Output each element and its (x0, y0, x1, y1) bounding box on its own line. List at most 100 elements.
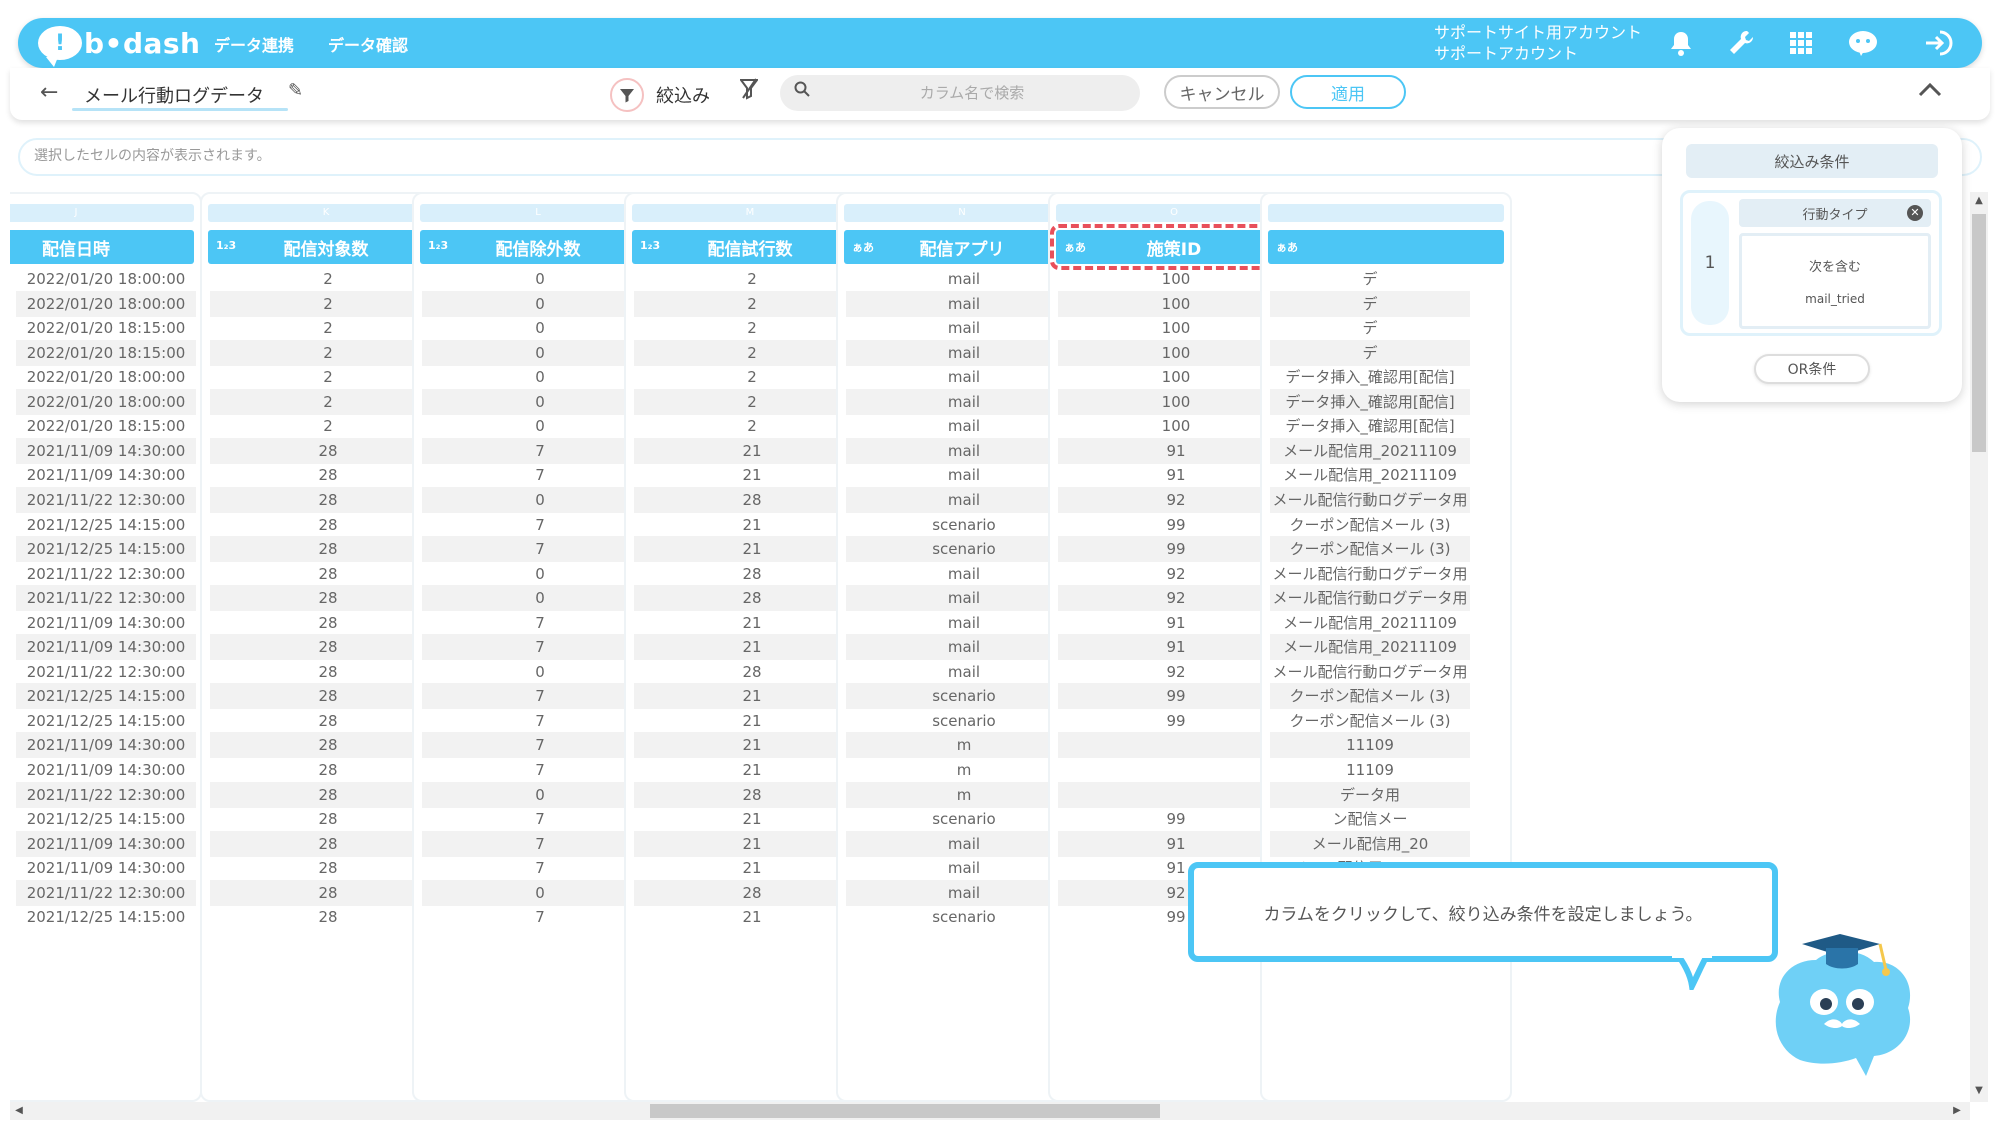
table-cell[interactable]: 2 (634, 413, 870, 439)
filter-field-chip[interactable]: 行動タイプ ✕ (1739, 199, 1931, 227)
table-cell[interactable]: 2021/11/22 12:30:00 (16, 486, 196, 513)
table-cell[interactable]: scenario (846, 904, 1082, 930)
clear-filter-icon[interactable] (739, 78, 759, 106)
table-cell[interactable]: scenario (846, 683, 1082, 710)
table-cell[interactable]: 7 (422, 634, 658, 661)
table-cell[interactable]: 2021/11/09 14:30:00 (16, 855, 196, 881)
column-header[interactable]: 1₂3 配信対象数 (208, 230, 444, 264)
table-cell[interactable]: 100 (1058, 315, 1294, 341)
table-cell[interactable]: 21 (634, 437, 870, 464)
table-cell[interactable]: 92 (1058, 561, 1294, 587)
table-cell[interactable]: デ (1270, 290, 1470, 317)
table-cell[interactable]: 7 (422, 683, 658, 710)
table-cell[interactable]: 91 (1058, 462, 1294, 488)
table-cell[interactable]: 28 (210, 855, 446, 881)
table-cell[interactable]: 7 (422, 806, 658, 832)
table-cell[interactable]: 2021/12/25 14:15:00 (16, 904, 196, 930)
column-letter[interactable]: L (420, 204, 656, 222)
table-cell[interactable]: データ挿入_確認用[配信] (1270, 413, 1470, 439)
table-cell[interactable]: 28 (634, 781, 870, 808)
table-cell[interactable]: 0 (422, 388, 658, 415)
table-cell[interactable]: 0 (422, 413, 658, 439)
table-cell[interactable]: 2021/11/09 14:30:00 (16, 437, 196, 464)
horizontal-scroll-thumb[interactable] (650, 1104, 1160, 1118)
scroll-down-icon[interactable]: ▼ (1972, 1084, 1986, 1098)
table-cell[interactable]: mail (846, 413, 1082, 439)
table-cell[interactable]: 28 (210, 904, 446, 930)
table-cell[interactable]: 28 (210, 536, 446, 563)
column-header[interactable]: ぁあ (1268, 230, 1504, 264)
table-cell[interactable]: 99 (1058, 512, 1294, 538)
table-cell[interactable]: scenario (846, 708, 1082, 734)
table-cell[interactable]: 28 (634, 659, 870, 685)
table-cell[interactable]: 7 (422, 708, 658, 734)
table-cell[interactable]: メール配信行動ログデータ用 (1270, 659, 1470, 685)
table-cell[interactable]: 0 (422, 486, 658, 513)
table-cell[interactable]: 2021/11/09 14:30:00 (16, 610, 196, 636)
table-cell[interactable]: 91 (1058, 610, 1294, 636)
table-cell[interactable]: 91 (1058, 830, 1294, 857)
scroll-right-icon[interactable]: ▶ (1950, 1104, 1964, 1118)
table-cell[interactable]: 99 (1058, 708, 1294, 734)
table-cell[interactable]: 100 (1058, 413, 1294, 439)
table-cell[interactable]: 7 (422, 830, 658, 857)
table-cell[interactable]: 2021/11/22 12:30:00 (16, 781, 196, 808)
table-cell[interactable]: m (846, 757, 1082, 783)
logout-icon[interactable] (1922, 26, 1956, 60)
table-cell[interactable] (1058, 732, 1294, 759)
table-cell[interactable]: 2021/11/22 12:30:00 (16, 879, 196, 906)
table-cell[interactable]: 0 (422, 781, 658, 808)
table-cell[interactable]: m (846, 732, 1082, 759)
table-cell[interactable]: 28 (210, 757, 446, 783)
table-cell[interactable]: 2 (210, 266, 446, 292)
table-cell[interactable]: 21 (634, 830, 870, 857)
table-cell[interactable]: 28 (634, 561, 870, 587)
column-letter[interactable] (1268, 204, 1504, 222)
table-cell[interactable]: mail (846, 266, 1082, 292)
apply-button[interactable]: 適用 (1290, 75, 1406, 109)
table-cell[interactable]: 2 (210, 364, 446, 390)
table-cell[interactable]: mail (846, 855, 1082, 881)
table-cell[interactable]: 2021/11/09 14:30:00 (16, 462, 196, 488)
table-cell[interactable]: 21 (634, 610, 870, 636)
horizontal-scrollbar[interactable]: ◀ ▶ (10, 1102, 1970, 1120)
cancel-button[interactable]: キャンセル (1164, 75, 1280, 109)
table-cell[interactable]: 2021/12/25 14:15:00 (16, 683, 196, 710)
column-letter[interactable]: J (10, 204, 194, 222)
table-cell[interactable]: データ挿入_確認用[配信] (1270, 388, 1470, 415)
grid-icon[interactable] (1784, 26, 1818, 60)
scroll-left-icon[interactable]: ◀ (12, 1104, 26, 1118)
table-cell[interactable]: 28 (210, 462, 446, 488)
filter-condition[interactable]: 次を含む mail_tried (1739, 233, 1931, 329)
column-letter[interactable]: O (1056, 204, 1292, 222)
table-cell[interactable]: 7 (422, 512, 658, 538)
table-cell[interactable]: メール配信用_20211109 (1270, 462, 1470, 488)
table-cell[interactable]: 7 (422, 732, 658, 759)
table-cell[interactable]: 21 (634, 462, 870, 488)
table-cell[interactable]: 100 (1058, 266, 1294, 292)
table-cell[interactable]: mail (846, 486, 1082, 513)
table-cell[interactable]: 2 (634, 339, 870, 366)
table-cell[interactable]: クーポン配信メール (3) (1270, 536, 1470, 563)
table-cell[interactable]: mail (846, 561, 1082, 587)
table-cell[interactable]: 2022/01/20 18:00:00 (16, 290, 196, 317)
table-cell[interactable]: メール配信用_20211109 (1270, 437, 1470, 464)
table-cell[interactable]: 100 (1058, 364, 1294, 390)
table-cell[interactable]: メール配信用_20211109 (1270, 610, 1470, 636)
table-cell[interactable]: 21 (634, 634, 870, 661)
table-cell[interactable]: 28 (210, 732, 446, 759)
table-cell[interactable]: mail (846, 388, 1082, 415)
table-cell[interactable]: 2021/11/22 12:30:00 (16, 585, 196, 612)
table-cell[interactable]: 11109 (1270, 732, 1470, 759)
table-cell[interactable]: 28 (210, 634, 446, 661)
table-cell[interactable]: 2021/11/09 14:30:00 (16, 634, 196, 661)
table-cell[interactable]: 92 (1058, 585, 1294, 612)
table-cell[interactable]: 28 (210, 781, 446, 808)
table-cell[interactable]: mail (846, 830, 1082, 857)
table-cell[interactable]: 2022/01/20 18:00:00 (16, 266, 196, 292)
table-cell[interactable] (1058, 757, 1294, 783)
table-cell[interactable]: データ挿入_確認用[配信] (1270, 364, 1470, 390)
table-cell[interactable]: メール配信用_20211109 (1270, 634, 1470, 661)
table-cell[interactable]: 28 (210, 879, 446, 906)
table-cell[interactable]: 21 (634, 806, 870, 832)
